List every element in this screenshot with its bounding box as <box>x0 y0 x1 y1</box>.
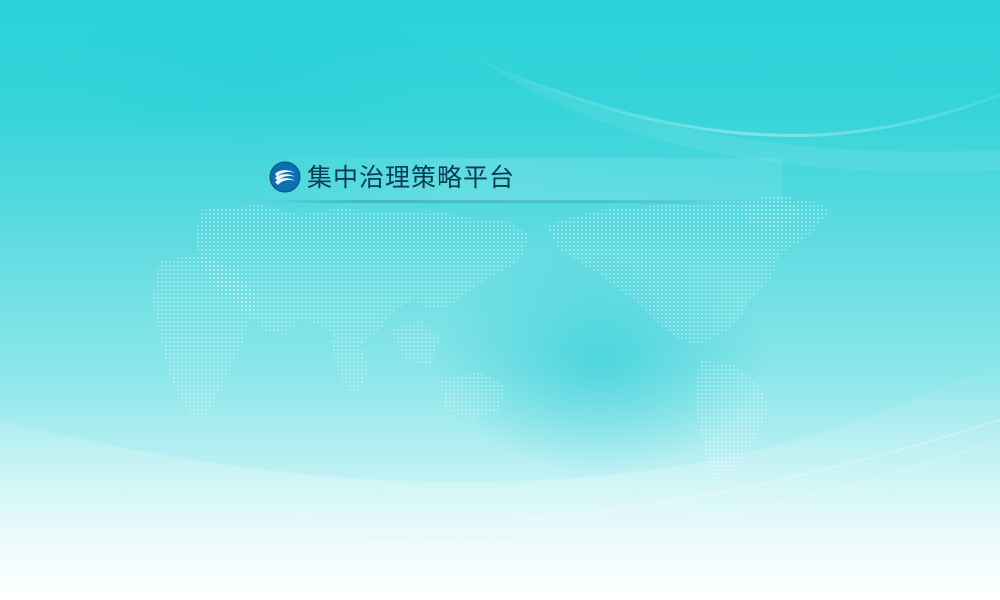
page-title: 集中治理策略平台 <box>307 163 516 192</box>
world-map-decoration <box>152 195 830 480</box>
china-mobile-logo-icon <box>269 161 301 193</box>
login-background: 集中治理策略平台 <box>0 0 1000 600</box>
header-divider <box>262 200 782 203</box>
